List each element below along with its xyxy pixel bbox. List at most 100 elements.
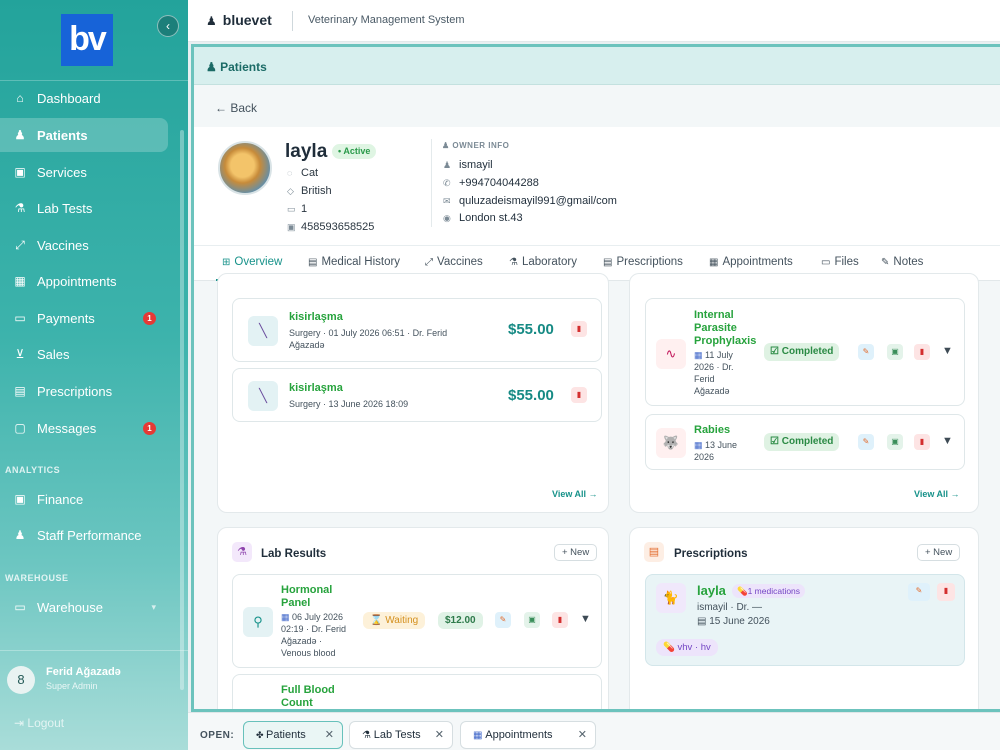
sidebar-item-staff-performance[interactable]: ♟ Staff Performance bbox=[0, 518, 168, 552]
close-icon[interactable]: ✕ bbox=[578, 722, 587, 748]
expand-caret-icon[interactable]: ▼ bbox=[942, 345, 953, 357]
image-button[interactable]: ▣ bbox=[887, 344, 903, 360]
view-all-link[interactable]: View All → bbox=[552, 489, 598, 499]
lab-test-name: Hormonal Panel bbox=[281, 584, 333, 609]
delete-button[interactable]: ▮ bbox=[571, 387, 587, 403]
calendar-icon: ▦ bbox=[281, 612, 293, 622]
close-icon[interactable]: ✕ bbox=[435, 722, 444, 748]
owner-email[interactable]: ✉ quluzadeismayil991@gmail/com bbox=[443, 195, 617, 207]
trash-icon: ▮ bbox=[576, 324, 582, 333]
paw-icon: ✤ bbox=[256, 730, 267, 740]
lab-results-card: ⚗ Lab Results + New ⚲ Hormonal Panel ▦ 0… bbox=[217, 527, 609, 709]
tab-prescriptions[interactable]: ▤ Prescriptions bbox=[603, 256, 683, 268]
sidebar-item-services[interactable]: ▣ Services bbox=[0, 155, 168, 189]
chevron-down-icon: ▾ bbox=[151, 601, 156, 612]
list-item[interactable]: 🐈 layla 💊1 medications ismayil · Dr. — ▤… bbox=[645, 574, 965, 666]
flask-icon: ⚗ bbox=[14, 201, 26, 215]
list-item[interactable]: Full Blood Count bbox=[232, 674, 602, 709]
collapse-sidebar-button[interactable]: ‹ bbox=[157, 15, 179, 37]
dog-icon: 🐺 bbox=[656, 428, 686, 458]
users-icon: ♟ bbox=[206, 14, 217, 28]
edit-button[interactable]: ✎ bbox=[495, 612, 511, 628]
pill-icon: 💊 bbox=[737, 586, 748, 596]
pencil-icon: ✎ bbox=[862, 437, 870, 446]
syringe-icon: ⤢ bbox=[15, 237, 25, 252]
app-logo[interactable]: bv bbox=[61, 14, 113, 66]
arrow-left-icon: ← bbox=[215, 101, 231, 115]
status-badge: ⌛ Waiting bbox=[363, 612, 426, 629]
open-tab-patients[interactable]: ✤ Patients ✕ bbox=[243, 721, 343, 749]
list-item[interactable]: ╲ kisirlaşma Surgery · 13 June 2026 18:0… bbox=[232, 368, 602, 422]
view-all-link[interactable]: View All → bbox=[914, 489, 960, 499]
trash-icon: ▮ bbox=[919, 437, 925, 446]
check-icon: ☑ bbox=[770, 346, 782, 357]
sidebar-item-patients[interactable]: ♟ Patients bbox=[0, 118, 168, 152]
cat-icon: 🐈 bbox=[656, 583, 686, 613]
tab-appointments[interactable]: ▦ Appointments bbox=[709, 256, 793, 268]
new-lab-result-button[interactable]: + New bbox=[554, 544, 598, 561]
tab-laboratory[interactable]: ⚗ Laboratory bbox=[509, 256, 577, 268]
clipboard-icon: ▤ bbox=[308, 257, 318, 268]
service-price: $55.00 bbox=[508, 321, 554, 338]
list-item[interactable]: ╲ kisirlaşma Surgery · 01 July 2026 06:5… bbox=[232, 298, 602, 362]
owner-phone[interactable]: ✆ +994704044288 bbox=[443, 177, 539, 189]
tab-files[interactable]: ▭ Files bbox=[821, 256, 859, 268]
list-item[interactable]: ∿ Internal Parasite Prophylaxis ▦ 11 Jul… bbox=[645, 298, 965, 406]
paw-icon: ◌ bbox=[287, 168, 293, 178]
calendar-icon: ▦ bbox=[709, 257, 719, 268]
user-profile[interactable]: 8 Ferid Ağazadə Super Admin bbox=[0, 650, 188, 700]
image-icon: ▣ bbox=[891, 347, 899, 356]
page-header: ♟ Patients bbox=[194, 47, 1000, 85]
expand-caret-icon[interactable]: ▼ bbox=[942, 435, 953, 447]
list-item[interactable]: ⚲ Hormonal Panel ▦ 06 July 2026 02:19 · … bbox=[232, 574, 602, 668]
pet-chip: ▣ 458593658525 bbox=[287, 221, 375, 233]
delete-button[interactable]: ▮ bbox=[914, 434, 930, 450]
syringe-icon: ╲ bbox=[248, 316, 278, 346]
open-tab-lab-tests[interactable]: ⚗ Lab Tests ✕ bbox=[349, 721, 453, 749]
delete-button[interactable]: ▮ bbox=[914, 344, 930, 360]
pet-age: ▭ 1 bbox=[287, 203, 308, 215]
sidebar-item-lab-tests[interactable]: ⚗ Lab Tests bbox=[0, 191, 168, 225]
pill-icon: 💊 bbox=[663, 642, 678, 653]
delete-button[interactable]: ▮ bbox=[937, 583, 955, 601]
tab-medical-history[interactable]: ▤ Medical History bbox=[308, 256, 400, 268]
medications-badge: 💊1 medications bbox=[732, 584, 806, 598]
tab-vaccines[interactable]: ⤢ Vaccines bbox=[425, 256, 483, 268]
sidebar-item-payments[interactable]: ▭ Payments 1 bbox=[0, 301, 168, 335]
sidebar-item-sales[interactable]: ⊻ Sales bbox=[0, 337, 168, 371]
logout-icon: ⇥ bbox=[14, 716, 28, 730]
page-title: ♟ Patients bbox=[206, 60, 267, 74]
edit-button[interactable]: ✎ bbox=[858, 344, 874, 360]
sidebar-item-prescriptions[interactable]: ▤ Prescriptions bbox=[0, 374, 168, 408]
image-button[interactable]: ▣ bbox=[524, 612, 540, 628]
logout-button[interactable]: ⇥ Logout bbox=[14, 716, 64, 730]
sidebar-item-appointments[interactable]: ▦ Appointments bbox=[0, 264, 168, 298]
open-tabs-bar: OPEN: ✤ Patients ✕ ⚗ Lab Tests ✕ ▦ Appoi… bbox=[188, 712, 1000, 750]
sidebar-item-messages[interactable]: ▢ Messages 1 bbox=[0, 411, 168, 445]
new-prescription-button[interactable]: + New bbox=[917, 544, 961, 561]
delete-button[interactable]: ▮ bbox=[552, 612, 568, 628]
back-button[interactable]: ← Back bbox=[215, 101, 257, 115]
tab-overview[interactable]: ⊞ Overview bbox=[222, 256, 282, 268]
phone-icon: ✆ bbox=[443, 178, 451, 188]
open-tab-appointments[interactable]: ▦ Appointments ✕ bbox=[460, 721, 596, 749]
sidebar-scrollbar[interactable] bbox=[180, 130, 184, 690]
delete-button[interactable]: ▮ bbox=[571, 321, 587, 337]
edit-button[interactable]: ✎ bbox=[858, 434, 874, 450]
expand-caret-icon[interactable]: ▼ bbox=[580, 613, 591, 625]
team-icon: ♟ bbox=[14, 528, 26, 542]
close-icon[interactable]: ✕ bbox=[325, 722, 334, 748]
tab-notes[interactable]: ✎ Notes bbox=[881, 256, 923, 268]
sidebar-item-vaccines[interactable]: ⤢ Vaccines bbox=[0, 228, 168, 262]
open-tabs-label: OPEN: bbox=[200, 730, 235, 741]
service-detail: Ağazadə bbox=[289, 340, 325, 350]
sidebar-item-dashboard[interactable]: ⌂ Dashboard bbox=[0, 81, 168, 115]
divider bbox=[431, 139, 432, 227]
service-detail: Surgery · 01 July 2026 06:51 · Dr. Ferid bbox=[289, 328, 448, 338]
image-button[interactable]: ▣ bbox=[887, 434, 903, 450]
payments-badge: 1 bbox=[143, 312, 156, 325]
sidebar-item-finance[interactable]: ▣ Finance bbox=[0, 482, 168, 516]
sidebar-item-warehouse[interactable]: ▭ Warehouse ▾ bbox=[0, 590, 168, 624]
list-item[interactable]: 🐺 Rabies ▦ 13 June 2026 ☑ Completed ✎ ▣ … bbox=[645, 414, 965, 470]
edit-button[interactable]: ✎ bbox=[908, 583, 930, 601]
